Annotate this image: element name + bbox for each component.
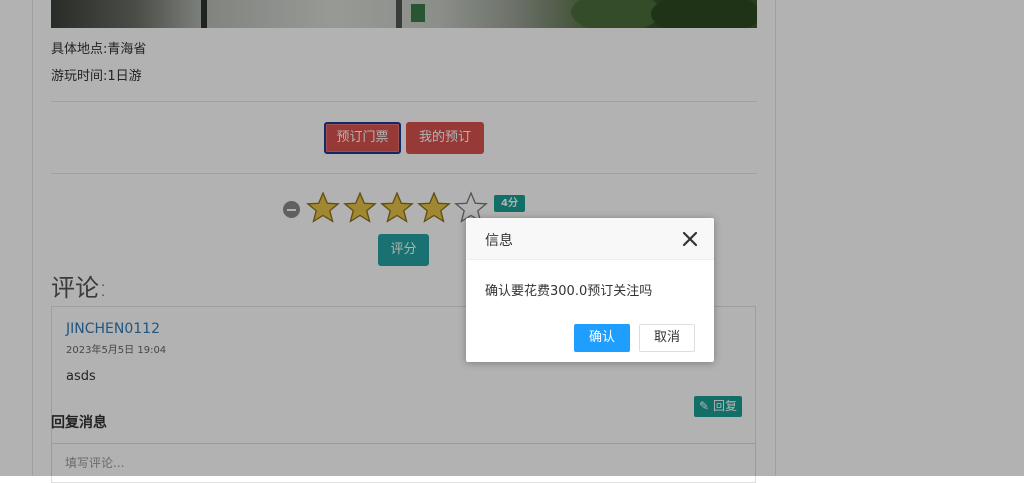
- page: 具体地点:青海省 游玩时间:1日游 预订门票 我的预订 4分 评分 评论: JI…: [0, 0, 1024, 483]
- dialog-message: 确认要花费300.0预订关注吗: [485, 284, 653, 299]
- cancel-button[interactable]: 取消: [639, 324, 695, 352]
- dialog-header: 信息: [466, 218, 714, 260]
- confirm-dialog: 信息 确认要花费300.0预订关注吗 确认 取消: [466, 218, 714, 362]
- close-icon[interactable]: [682, 231, 698, 247]
- confirm-button[interactable]: 确认: [574, 324, 630, 352]
- dialog-title: 信息: [485, 233, 513, 249]
